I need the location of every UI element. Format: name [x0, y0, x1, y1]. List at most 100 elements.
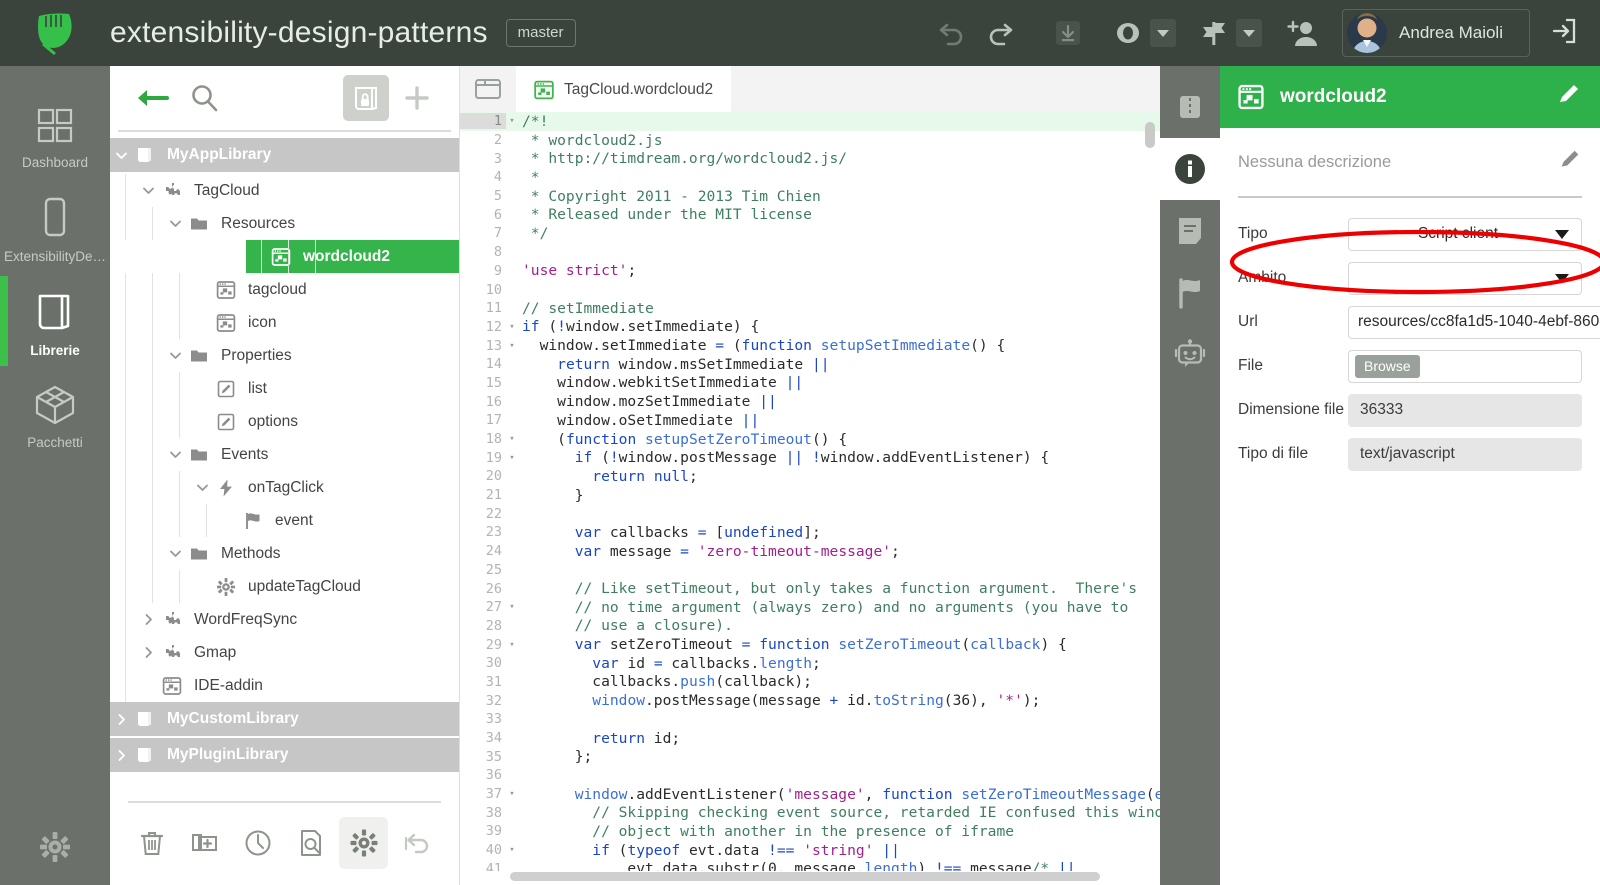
- tree-node[interactable]: event: [110, 504, 459, 537]
- tree-node[interactable]: IDE-addin: [110, 669, 459, 702]
- tree-node[interactable]: onTagClick: [110, 471, 459, 504]
- search-button[interactable]: [180, 74, 228, 122]
- tree-twisty[interactable]: [110, 712, 132, 727]
- code-line[interactable]: 3 * http://timdream.org/wordcloud2.js/: [460, 149, 1160, 168]
- code-line[interactable]: 5 * Copyright 2011 - 2013 Tim Chien: [460, 187, 1160, 206]
- code-line[interactable]: 7 */: [460, 224, 1160, 243]
- tipo-select[interactable]: Script client: [1348, 217, 1582, 251]
- tree-twisty[interactable]: [110, 148, 132, 163]
- fold-marker[interactable]: ▾: [506, 116, 518, 126]
- tree-node[interactable]: MyAppLibrary: [110, 138, 459, 172]
- delete-trash-icon[interactable]: [128, 817, 177, 869]
- code-line[interactable]: 23 var callbacks = [undefined];: [460, 523, 1160, 542]
- code-line[interactable]: 32 window.postMessage(message + id.toStr…: [460, 691, 1160, 710]
- code-line[interactable]: 18 ▾ (function setupSetZeroTimeout() {: [460, 430, 1160, 449]
- code-lines[interactable]: 1 ▾/*! 2 * wordcloud2.js 3 * http://timdrea…: [460, 112, 1160, 871]
- preview-dropdown-button[interactable]: [1150, 19, 1177, 47]
- code-line[interactable]: 35 };: [460, 747, 1160, 766]
- code-line[interactable]: 39 // object with another in the presenc…: [460, 822, 1160, 841]
- tree-node[interactable]: MyPluginLibrary: [110, 738, 459, 772]
- code-line[interactable]: 9 'use strict';: [460, 262, 1160, 281]
- tree-twisty[interactable]: [164, 348, 186, 363]
- code-line[interactable]: 12 ▾ if (!window.setImmediate) {: [460, 318, 1160, 337]
- code-line[interactable]: 22: [460, 504, 1160, 523]
- ambito-select[interactable]: [1348, 261, 1582, 295]
- tree-node[interactable]: Methods: [110, 537, 459, 570]
- tree-node[interactable]: wordcloud2: [246, 240, 459, 273]
- code-line[interactable]: 28 // use a closure).: [460, 617, 1160, 636]
- tree-twisty[interactable]: [110, 748, 132, 763]
- description-row[interactable]: Nessuna descrizione: [1220, 128, 1600, 196]
- file-input[interactable]: Browse: [1348, 349, 1582, 383]
- history-clock-icon[interactable]: [234, 817, 283, 869]
- code-line[interactable]: 15 window.webkitSetImmediate ||: [460, 374, 1160, 393]
- fold-marker[interactable]: ▾: [506, 322, 518, 332]
- back-button[interactable]: [128, 74, 176, 122]
- code-line[interactable]: 27 ▾ // no time argument (always zero) an…: [460, 598, 1160, 617]
- tree-node[interactable]: Events: [110, 438, 459, 471]
- code-line[interactable]: 29 ▾ var setZeroTimeout = function setZer…: [460, 635, 1160, 654]
- tree-node[interactable]: icon: [110, 306, 459, 339]
- edit-description-button[interactable]: [1558, 148, 1582, 177]
- code-line[interactable]: 41 evt.data.substr(0, message.length) !=…: [460, 860, 1160, 871]
- fold-marker[interactable]: ▾: [506, 845, 518, 855]
- code-line[interactable]: 4 *: [460, 168, 1160, 187]
- branch-badge[interactable]: master: [505, 19, 576, 47]
- revert-undo-icon[interactable]: [392, 817, 441, 869]
- tree-twisty[interactable]: [137, 183, 159, 198]
- tree-node[interactable]: TagCloud: [110, 174, 459, 207]
- logout-button[interactable]: [1548, 16, 1578, 51]
- editor-horizontal-scrollbar[interactable]: [510, 872, 1100, 881]
- code-line[interactable]: 13 ▾ window.setImmediate = (function setu…: [460, 336, 1160, 355]
- code-line[interactable]: 16 window.mozSetImmediate ||: [460, 392, 1160, 411]
- code-line[interactable]: 11 // setImmediate: [460, 299, 1160, 318]
- deploy-dropdown-button[interactable]: [1236, 19, 1263, 47]
- sidebar-item-librerie[interactable]: Librerie: [0, 274, 110, 368]
- add-item-button[interactable]: [393, 74, 441, 122]
- logo-container[interactable]: [0, 10, 110, 56]
- manage-libraries-button[interactable]: [343, 75, 389, 121]
- sidebar-item-dashboard[interactable]: Dashboard: [0, 90, 110, 180]
- tree-twisty[interactable]: [164, 216, 186, 231]
- code-line[interactable]: 34 return id;: [460, 729, 1160, 748]
- rename-button[interactable]: [1556, 82, 1582, 113]
- code-line[interactable]: 10: [460, 280, 1160, 299]
- code-line[interactable]: 21 }: [460, 486, 1160, 505]
- undo-button[interactable]: [924, 7, 976, 59]
- code-line[interactable]: 20 return null;: [460, 467, 1160, 486]
- fold-marker[interactable]: ▾: [506, 789, 518, 799]
- tree-twisty[interactable]: [164, 447, 186, 462]
- tree-node[interactable]: updateTagCloud: [110, 570, 459, 603]
- tree-twisty[interactable]: [164, 546, 186, 561]
- flag-icon[interactable]: [1160, 262, 1220, 324]
- tree-node[interactable]: list: [110, 372, 459, 405]
- tree-twisty[interactable]: [137, 612, 159, 627]
- deploy-button[interactable]: [1194, 7, 1234, 59]
- tree-twisty[interactable]: [191, 480, 213, 495]
- fold-marker[interactable]: ▾: [506, 341, 518, 351]
- fold-marker[interactable]: ▾: [506, 602, 518, 612]
- tree-node[interactable]: WordFreqSync: [110, 603, 459, 636]
- tree-node[interactable]: options: [110, 405, 459, 438]
- info-icon[interactable]: [1160, 138, 1220, 200]
- code-line[interactable]: 24 var message = 'zero-timeout-message';: [460, 542, 1160, 561]
- code-line[interactable]: 36: [460, 766, 1160, 785]
- tree-node[interactable]: Properties: [110, 339, 459, 372]
- tree-twisty[interactable]: [137, 645, 159, 660]
- code-line[interactable]: 26 // Like setTimeout, but only takes a …: [460, 579, 1160, 598]
- code-line[interactable]: 40 ▾ if (typeof evt.data !== 'string' ||: [460, 841, 1160, 860]
- url-input[interactable]: resources/cc8fa1d5-1040-4ebf-860d: [1348, 305, 1600, 339]
- fold-marker[interactable]: ▾: [506, 434, 518, 444]
- rail-settings-button[interactable]: [0, 829, 110, 865]
- sidebar-item-extensibility[interactable]: ExtensibilityDe…: [0, 180, 110, 274]
- sidebar-item-pacchetti[interactable]: Pacchetti: [0, 368, 110, 460]
- editor-panel-toggle-button[interactable]: [460, 66, 516, 112]
- code-line[interactable]: 1 ▾ /*!: [460, 112, 1160, 131]
- code-line[interactable]: 33: [460, 710, 1160, 729]
- tree-node[interactable]: Gmap: [110, 636, 459, 669]
- save-button[interactable]: [1042, 7, 1094, 59]
- code-line[interactable]: 6 * Released under the MIT license: [460, 205, 1160, 224]
- settings-gear-icon[interactable]: [339, 817, 389, 869]
- redo-button[interactable]: [976, 7, 1028, 59]
- library-tree[interactable]: MyAppLibrary TagCloud Resources wordcloud2 t…: [110, 132, 459, 801]
